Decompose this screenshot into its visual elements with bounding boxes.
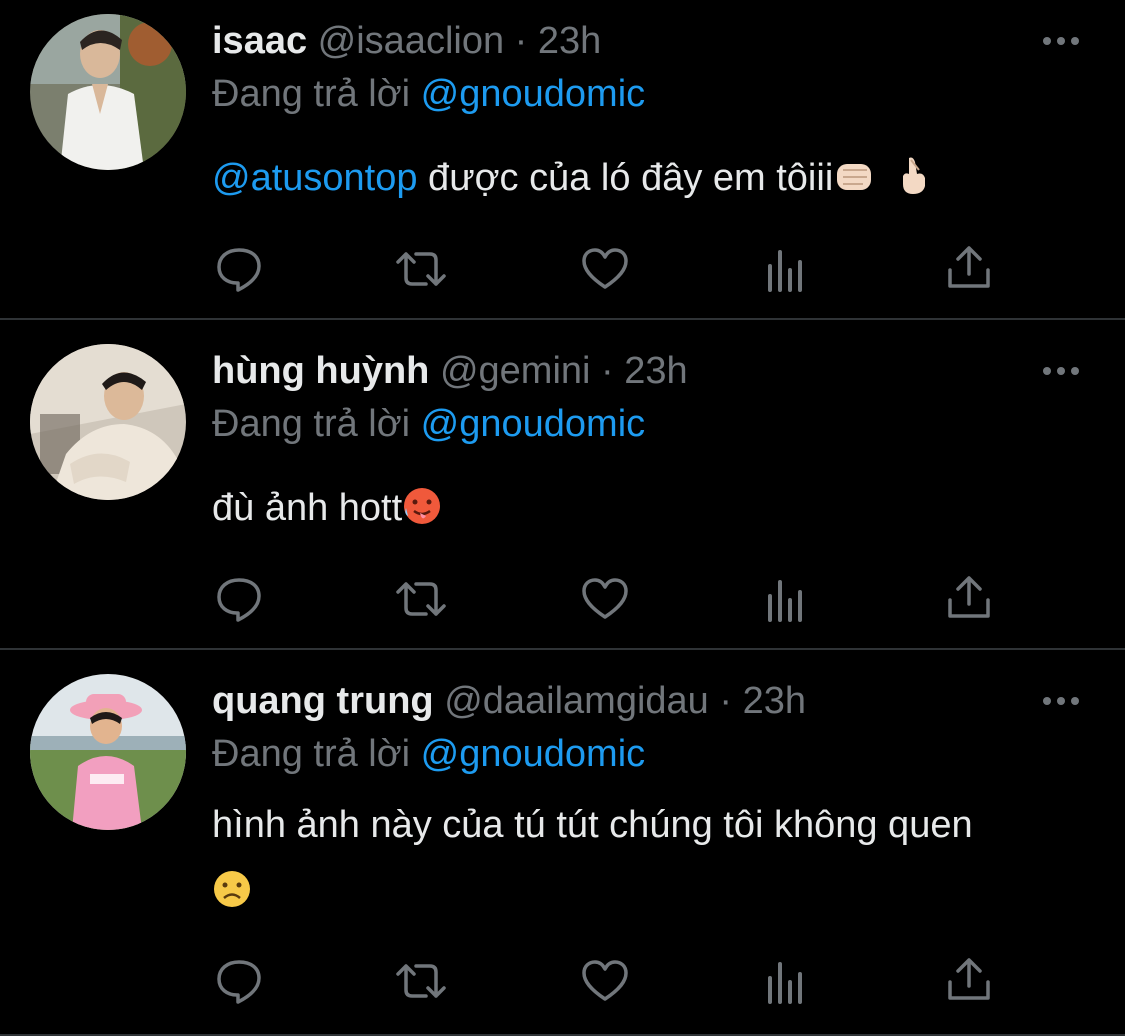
tweet-text-content: được của ló đây em tôiii (417, 157, 834, 199)
tweet-header: isaac @isaaclion · 23h (212, 19, 601, 63)
tweet-header: hùng huỳnh @gemini · 23h (212, 349, 688, 393)
avatar[interactable] (30, 344, 186, 500)
replying-prefix: Đang trả lời (212, 73, 411, 115)
views-icon[interactable] (762, 574, 812, 624)
tweet-text-content: đù ảnh hott (212, 487, 403, 529)
mention-link[interactable]: @atusontop (212, 157, 418, 199)
replying-prefix: Đang trả lời (212, 733, 411, 775)
tweet-text: đù ảnh hott (212, 477, 1072, 545)
retweet-icon[interactable] (394, 956, 446, 1006)
like-icon[interactable] (580, 574, 630, 624)
crossed-fingers-emoji-icon (895, 153, 933, 215)
reply-icon[interactable] (214, 244, 264, 294)
tweet-text: hình ảnh này của tú tút chúng tôi không … (212, 792, 1012, 930)
more-options-icon[interactable] (1041, 693, 1081, 709)
like-icon[interactable] (580, 956, 630, 1006)
reply-icon[interactable] (214, 574, 264, 624)
fist-emoji-icon (833, 153, 877, 215)
replying-mention-link[interactable]: @gnoudomic (421, 733, 645, 775)
tweet-text: @atusontop được của ló đây em tôiii (212, 147, 1072, 215)
display-name[interactable]: isaac (212, 20, 307, 62)
more-options-icon[interactable] (1041, 33, 1081, 49)
tweet-2[interactable]: hùng huỳnh @gemini · 23h Đang trả lời @g… (0, 320, 1125, 650)
tweet-3[interactable]: quang trung @daailamgidau · 23h Đang trả… (0, 650, 1125, 1036)
tweet-actions (212, 244, 1012, 294)
replying-mention-link[interactable]: @gnoudomic (421, 403, 645, 445)
replying-to: Đang trả lời @gnoudomic (212, 72, 645, 116)
timestamp[interactable]: 23h (538, 20, 601, 62)
separator-dot: · (601, 350, 614, 392)
separator-dot: · (514, 20, 528, 62)
user-handle[interactable]: @daailamgidau (444, 680, 709, 722)
retweet-icon[interactable] (394, 244, 446, 294)
more-options-icon[interactable] (1041, 363, 1081, 379)
hot-face-emoji-icon (402, 483, 442, 545)
tweet-actions (212, 574, 1012, 624)
display-name[interactable]: hùng huỳnh (212, 350, 429, 392)
views-icon[interactable] (762, 244, 812, 294)
display-name[interactable]: quang trung (212, 680, 434, 722)
tweet-header: quang trung @daailamgidau · 23h (212, 679, 806, 723)
retweet-icon[interactable] (394, 574, 446, 624)
like-icon[interactable] (580, 244, 630, 294)
share-icon[interactable] (944, 244, 994, 294)
slightly-frowning-face-emoji-icon (212, 864, 252, 930)
user-handle[interactable]: @gemini (440, 350, 591, 392)
avatar[interactable] (30, 14, 186, 170)
replying-to: Đang trả lời @gnoudomic (212, 732, 645, 776)
user-handle[interactable]: @isaaclion (318, 20, 504, 62)
share-icon[interactable] (944, 574, 994, 624)
timestamp[interactable]: 23h (624, 350, 687, 392)
reply-icon[interactable] (214, 956, 264, 1006)
avatar[interactable] (30, 674, 186, 830)
timestamp[interactable]: 23h (743, 680, 806, 722)
separator-dot: · (719, 680, 733, 722)
replying-mention-link[interactable]: @gnoudomic (421, 73, 645, 115)
views-icon[interactable] (762, 956, 812, 1006)
tweet-text-content: hình ảnh này của tú tút chúng tôi không … (212, 804, 973, 846)
tweet-actions (212, 956, 1012, 1006)
replying-prefix: Đang trả lời (212, 403, 411, 445)
share-icon[interactable] (944, 956, 994, 1006)
tweet-1[interactable]: isaac @isaaclion · 23h Đang trả lời @gno… (0, 0, 1125, 320)
replying-to: Đang trả lời @gnoudomic (212, 402, 645, 446)
